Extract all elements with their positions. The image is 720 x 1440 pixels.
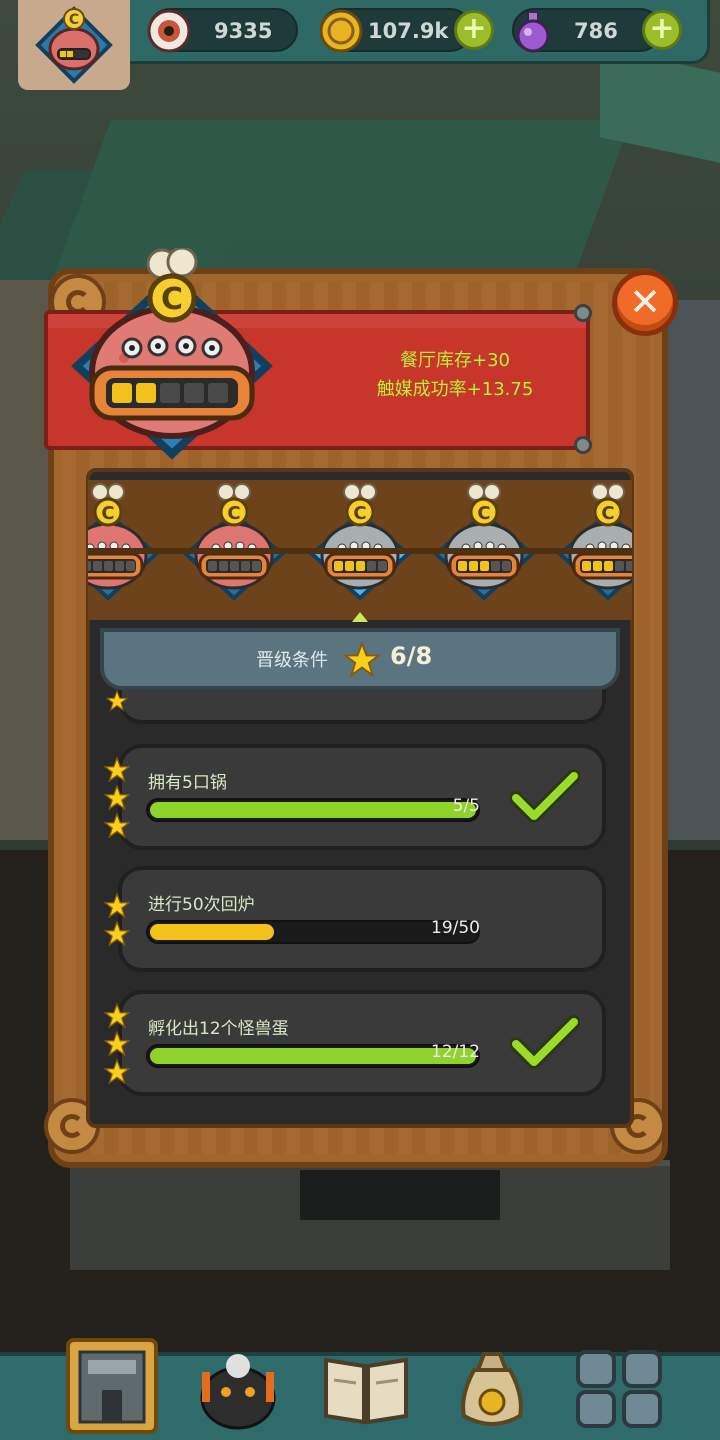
star-icon xyxy=(344,642,380,678)
rank-letter: C xyxy=(477,503,490,524)
rank-level-item[interactable]: C xyxy=(432,483,536,601)
close-button[interactable]: ✕ xyxy=(612,270,678,336)
add-coins-button[interactable]: + xyxy=(454,10,494,50)
potion-icon xyxy=(516,11,550,53)
eyeball-icon xyxy=(147,9,191,53)
rank-level-item[interactable]: C xyxy=(88,483,160,601)
conditions-count: 6/8 xyxy=(390,642,433,670)
star-icon xyxy=(104,757,130,783)
resource-bar: C 9335 107.9k + 786 + xyxy=(0,0,720,90)
task-progress-text: 19/50 xyxy=(431,918,480,938)
star-icon xyxy=(104,813,130,839)
coin-icon xyxy=(319,9,363,53)
potion-count: 786 xyxy=(574,19,618,43)
star-icon xyxy=(104,785,130,811)
svg-text:C: C xyxy=(69,12,79,28)
player-avatar[interactable]: C xyxy=(18,0,130,90)
close-icon: ✕ xyxy=(629,280,661,324)
star-icon xyxy=(104,1003,130,1029)
task-row: 孵化出12个怪兽蛋 12/12 xyxy=(118,990,606,1096)
rank-letter: C xyxy=(353,503,366,524)
task-row: 拥有5口锅 5/5 xyxy=(118,744,606,850)
monster-nav-button[interactable] xyxy=(190,1336,286,1436)
rank-letter: C xyxy=(601,503,614,524)
rank-level-item[interactable]: C xyxy=(308,483,412,601)
bonus-line-2: 触媒成功率+13.75 xyxy=(376,379,534,400)
coin-resource: 107.9k xyxy=(319,8,472,53)
task-progress-text: 5/5 xyxy=(452,796,480,816)
checkmark-icon xyxy=(510,769,580,823)
rank-letter: C xyxy=(101,503,114,524)
add-potions-button[interactable]: + xyxy=(642,10,682,50)
restaurant-icon xyxy=(66,1338,158,1434)
task-title: 拥有5口锅 xyxy=(148,773,227,793)
rank-level-carousel[interactable]: CCCCC xyxy=(88,480,632,620)
bonus-line-1: 餐厅库存+30 xyxy=(400,350,510,371)
task-row: 进行50次回炉 19/50 xyxy=(118,866,606,972)
potion-resource: 786 xyxy=(512,8,662,53)
bolt-decoration xyxy=(574,436,592,454)
bolt-decoration xyxy=(574,304,592,322)
eye-count: 9335 xyxy=(214,19,273,43)
star-icon xyxy=(104,893,130,919)
coin-bag-icon xyxy=(461,1352,523,1426)
monster-icon xyxy=(200,1354,276,1430)
task-row-hidden xyxy=(118,690,606,724)
current-level-marker xyxy=(352,612,368,622)
recipe-book-nav-button[interactable] xyxy=(318,1336,414,1436)
star-icon xyxy=(104,921,130,947)
task-title: 进行50次回炉 xyxy=(148,895,255,915)
checkmark-icon xyxy=(510,1015,580,1069)
star-icon xyxy=(104,1031,130,1057)
bonus-text: 餐厅库存+30 触媒成功率+13.75 xyxy=(300,346,610,404)
rank-letter: C xyxy=(227,503,240,524)
rank-letter: C xyxy=(161,282,183,317)
grid-menu-nav-button[interactable] xyxy=(572,1336,668,1436)
conditions-label: 晋级条件 xyxy=(256,650,328,671)
star-icon xyxy=(104,1059,130,1085)
recipe-book-icon xyxy=(324,1357,408,1425)
coin-count: 107.9k xyxy=(368,19,449,43)
star-icon xyxy=(106,690,128,712)
eye-resource: 9335 xyxy=(147,8,298,53)
coin-bag-nav-button[interactable] xyxy=(444,1336,540,1436)
rank-level-item[interactable]: C xyxy=(182,483,286,601)
restaurant-nav-button[interactable] xyxy=(64,1336,160,1436)
task-title: 孵化出12个怪兽蛋 xyxy=(148,1019,289,1039)
rank-level-item[interactable]: C xyxy=(556,483,632,601)
grid-menu-icon xyxy=(576,1350,662,1428)
monster-avatar-icon: C xyxy=(35,6,113,84)
task-progress-text: 12/12 xyxy=(431,1042,480,1062)
monster-rank-emblem-icon: C xyxy=(71,248,273,460)
promotion-conditions-header: 晋级条件 6/8 xyxy=(100,628,620,690)
